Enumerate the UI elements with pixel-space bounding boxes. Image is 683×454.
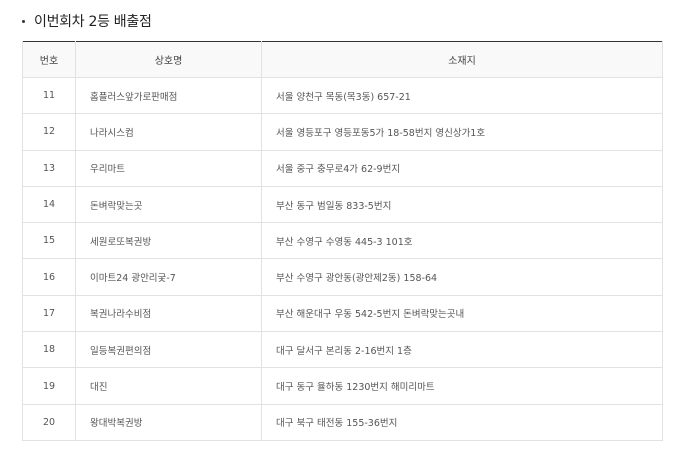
- cell-no: 13: [22, 149, 76, 187]
- table-row: 11 홈플러스앞가로판매점 서울 양천구 목동(목3동) 657-21: [22, 76, 663, 115]
- cell-no: 19: [22, 367, 76, 405]
- cell-address: 대구 달서구 본리동 2-16번지 1층: [261, 331, 663, 369]
- cell-address: 서울 영등포구 영등포동5가 18-58번지 영신상가1호: [261, 113, 663, 151]
- cell-address: 대구 동구 율하동 1230번지 해미리마트: [261, 367, 663, 405]
- cell-store-name: 세원로또복권방: [75, 222, 262, 260]
- cell-address: 부산 수영구 수영동 445-3 101호: [261, 222, 663, 260]
- table-row: 18 일등복권편의점 대구 달서구 본리동 2-16번지 1층: [22, 331, 663, 369]
- table-row: 17 복권나라수비점 부산 해운대구 우동 542-5번지 돈벼락맞는곳내: [22, 294, 663, 333]
- cell-store-name: 대진: [75, 367, 262, 405]
- section-title: 이번회차 2등 배출점: [22, 11, 152, 31]
- cell-address: 서울 중구 충무로4가 62-9번지: [261, 149, 663, 187]
- cell-address: 서울 양천구 목동(목3동) 657-21: [261, 76, 663, 115]
- cell-store-name: 왕대박복권방: [75, 403, 262, 441]
- table-row: 12 나라시스컴 서울 영등포구 영등포동5가 18-58번지 영신상가1호: [22, 113, 663, 151]
- cell-no: 11: [22, 76, 76, 115]
- cell-store-name: 이마트24 광안리궂-7: [75, 258, 262, 296]
- table-row: 19 대진 대구 동구 율하동 1230번지 해미리마트: [22, 367, 663, 405]
- cell-no: 14: [22, 185, 76, 224]
- cell-no: 17: [22, 294, 76, 333]
- cell-store-name: 우리마트: [75, 149, 262, 187]
- table-row: 13 우리마트 서울 중구 충무로4가 62-9번지: [22, 149, 663, 187]
- cell-address: 대구 북구 태전동 155-36번지: [261, 403, 663, 441]
- cell-address: 부산 해운대구 우동 542-5번지 돈벼락맞는곳내: [261, 294, 663, 333]
- table-row: 14 돈벼락맞는곳 부산 동구 범일동 833-5번지: [22, 185, 663, 224]
- cell-store-name: 홈플러스앞가로판매점: [75, 76, 262, 115]
- cell-no: 16: [22, 258, 76, 296]
- header-name: 상호명: [75, 41, 262, 78]
- header-address: 소재지: [261, 41, 663, 78]
- cell-store-name: 복권나라수비점: [75, 294, 262, 333]
- cell-address: 부산 동구 범일동 833-5번지: [261, 185, 663, 224]
- cell-store-name: 돈벼락맞는곳: [75, 185, 262, 224]
- cell-address: 부산 수영구 광안동(광안제2동) 158-64: [261, 258, 663, 296]
- cell-no: 18: [22, 331, 76, 369]
- winner-stores-table: 번호 상호명 소재지 11 홈플러스앞가로판매점 서울 양천구 목동(목3동) …: [22, 41, 663, 441]
- cell-store-name: 나라시스컴: [75, 113, 262, 151]
- cell-no: 15: [22, 222, 76, 260]
- header-no: 번호: [22, 41, 76, 78]
- table-header-row: 번호 상호명 소재지: [22, 41, 663, 78]
- bullet-dot: [22, 20, 25, 23]
- cell-no: 20: [22, 403, 76, 441]
- table-row: 15 세원로또복권방 부산 수영구 수영동 445-3 101호: [22, 222, 663, 260]
- cell-no: 12: [22, 113, 76, 151]
- cell-store-name: 일등복권편의점: [75, 331, 262, 369]
- table-row: 20 왕대박복권방 대구 북구 태전동 155-36번지: [22, 403, 663, 441]
- table-row: 16 이마트24 광안리궂-7 부산 수영구 광안동(광안제2동) 158-64: [22, 258, 663, 296]
- section-title-text: 이번회차 2등 배출점: [34, 14, 152, 30]
